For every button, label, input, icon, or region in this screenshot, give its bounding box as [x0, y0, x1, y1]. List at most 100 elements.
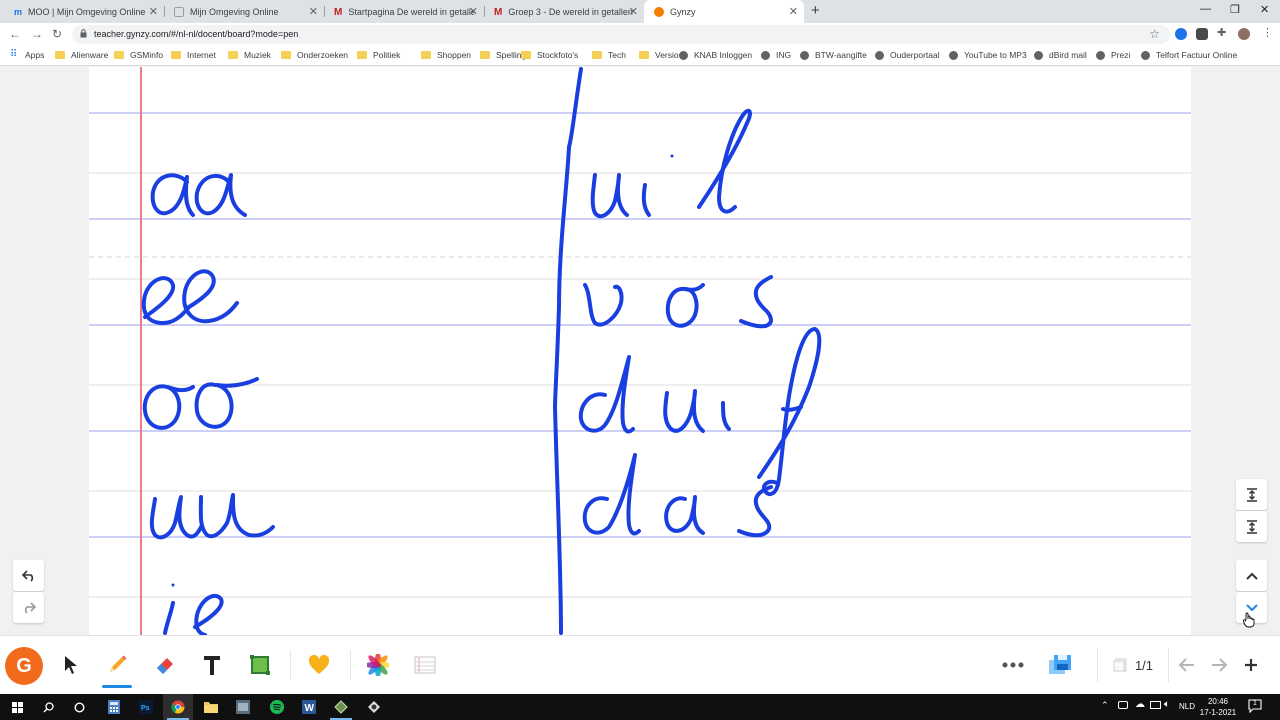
- shrink-height-button[interactable]: [1236, 511, 1267, 542]
- bookmark-item[interactable]: Telfort Factuur Online: [1141, 50, 1237, 60]
- mail-extension-icon[interactable]: [1196, 28, 1208, 40]
- close-tab-icon[interactable]: ✕: [469, 5, 478, 18]
- search-button[interactable]: [33, 694, 63, 720]
- board-drawing: [89, 67, 1191, 635]
- bookmark-folder-icon: [228, 51, 238, 59]
- tray-chevron-icon[interactable]: ⌃: [1101, 700, 1109, 711]
- bookmark-item[interactable]: ING: [761, 50, 791, 60]
- next-page-button[interactable]: [1204, 650, 1234, 680]
- sticker-tool-button[interactable]: [304, 650, 334, 680]
- text-tool-button[interactable]: [197, 650, 227, 680]
- bookmark-item[interactable]: YouTube to MP3: [949, 50, 1027, 60]
- forward-icon[interactable]: →: [31, 27, 43, 41]
- close-tab-icon[interactable]: ✕: [309, 5, 318, 18]
- bookmark-item[interactable]: Alienware: [55, 50, 108, 60]
- hand-cursor-icon: [1243, 612, 1255, 628]
- more-options-button[interactable]: [998, 650, 1028, 680]
- bookmark-item[interactable]: Muziek: [228, 50, 271, 60]
- back-icon[interactable]: ←: [9, 27, 21, 41]
- browser-tab-mijn-omgeving[interactable]: Mijn Omgeving Online ✕: [164, 0, 324, 23]
- menu-kebab-icon[interactable]: ⋮: [1262, 26, 1274, 39]
- browser-tab-gynzy[interactable]: Gynzy ✕: [644, 0, 804, 23]
- bookmark-folder-icon: [875, 50, 884, 60]
- bookmark-item[interactable]: Onderzoeken: [281, 50, 348, 60]
- bookmark-item[interactable]: Internet: [171, 50, 216, 60]
- network-icon[interactable]: [1150, 701, 1161, 709]
- lines-background-button[interactable]: [410, 650, 440, 680]
- bookmark-item[interactable]: Stockfoto's: [521, 50, 578, 60]
- avatar[interactable]: [1238, 28, 1250, 40]
- bookmark-item[interactable]: Politiek: [357, 50, 400, 60]
- scroll-up-button[interactable]: [1236, 560, 1267, 591]
- puzzle-icon[interactable]: ✚: [1217, 26, 1229, 39]
- fit-height-button[interactable]: [1236, 479, 1267, 510]
- bookmark-item[interactable]: Spelling: [480, 50, 526, 60]
- cortana-button[interactable]: [64, 694, 94, 720]
- reload-icon[interactable]: ↻: [52, 27, 62, 41]
- app-tool[interactable]: [359, 694, 389, 720]
- color-picker-button[interactable]: [363, 650, 393, 680]
- restore-icon[interactable]: ❐: [1230, 3, 1240, 16]
- gynzy-menu-button[interactable]: G: [4, 646, 44, 686]
- file-explorer-app[interactable]: [196, 694, 226, 720]
- browser-tab-startpagina[interactable]: M Startpagina De wereld in getallen ✕: [324, 0, 484, 23]
- bookmark-item[interactable]: dBird mail: [1034, 50, 1087, 60]
- word-app[interactable]: W: [294, 694, 324, 720]
- word-duif-strokes: [578, 327, 822, 497]
- bookmark-item[interactable]: Prezi: [1096, 50, 1130, 60]
- app-generic[interactable]: [228, 694, 258, 720]
- clock[interactable]: 20:46 17-1-2021: [1198, 696, 1238, 718]
- bookmark-label: Onderzoeken: [297, 50, 349, 60]
- pen-tool-button[interactable]: [102, 650, 132, 688]
- bookmark-label: ING: [776, 50, 792, 60]
- photoshop-app[interactable]: Ps: [131, 694, 161, 720]
- close-window-icon[interactable]: ✕: [1260, 3, 1269, 16]
- bookmark-label: Politiek: [373, 50, 401, 60]
- previous-page-button[interactable]: [1172, 650, 1202, 680]
- new-tab-icon[interactable]: +: [811, 2, 820, 19]
- spotify-app[interactable]: [262, 694, 292, 720]
- bookmark-item[interactable]: Ouderportaal: [875, 50, 940, 60]
- tab-title: MOO | Mijn Omgeving Online: [28, 6, 146, 17]
- bookmark-item[interactable]: KNAB Inloggen: [679, 50, 752, 60]
- writing-paper[interactable]: [89, 67, 1191, 635]
- clock-time: 20:46: [1207, 697, 1229, 706]
- bookmark-item[interactable]: ⠿ Apps: [10, 49, 44, 60]
- address-bar[interactable]: teacher.gynzy.com/#/nl-nl/docent/board?m…: [72, 25, 1170, 44]
- browser-tab-groep-3[interactable]: M Groep 3 - De wereld in getallen ✕: [484, 0, 644, 23]
- start-button[interactable]: [2, 694, 32, 720]
- select-tool-button[interactable]: [56, 650, 86, 680]
- bookmark-label: BTW-aangifte: [815, 50, 867, 60]
- onedrive-icon[interactable]: ☁: [1135, 699, 1145, 710]
- close-tab-icon[interactable]: ✕: [629, 5, 638, 18]
- chrome-app[interactable]: [163, 694, 193, 720]
- page-indicator[interactable]: 1/1: [1097, 648, 1169, 682]
- bookmark-item[interactable]: Tech: [592, 50, 626, 60]
- word-uil-strokes: [590, 108, 752, 219]
- bookmark-folder-icon: [171, 51, 181, 59]
- bookmark-star-icon[interactable]: ☆: [1149, 27, 1160, 41]
- add-page-button[interactable]: [1236, 650, 1266, 680]
- close-tab-icon[interactable]: ✕: [149, 5, 158, 18]
- bookmark-label: dBird mail: [1049, 50, 1087, 60]
- language-indicator[interactable]: NLD: [1179, 702, 1195, 711]
- bookmark-item[interactable]: BTW-aangifte: [800, 50, 867, 60]
- app-green[interactable]: [326, 694, 356, 720]
- tray-app-icon[interactable]: [1118, 701, 1128, 709]
- bookmark-item[interactable]: Shoppen: [421, 50, 471, 60]
- undo-button[interactable]: [13, 560, 44, 591]
- close-tab-icon[interactable]: ✕: [789, 5, 798, 18]
- calculator-app[interactable]: [99, 694, 129, 720]
- save-button[interactable]: [1045, 650, 1075, 680]
- bookmark-item[interactable]: Versio: [639, 50, 679, 60]
- extension-icon[interactable]: [1175, 28, 1187, 40]
- bookmark-item[interactable]: GSMinfo: [114, 50, 163, 60]
- notifications-button[interactable]: 1: [1248, 699, 1262, 714]
- minimize-icon[interactable]: —: [1200, 3, 1211, 15]
- volume-icon[interactable]: 🔈︎: [1164, 699, 1170, 710]
- redo-button[interactable]: [13, 592, 44, 623]
- svg-text:Ps: Ps: [141, 705, 150, 712]
- eraser-tool-button[interactable]: [150, 650, 180, 680]
- shape-tool-button[interactable]: [245, 650, 275, 680]
- browser-tab-moo[interactable]: m MOO | Mijn Omgeving Online ✕: [4, 0, 164, 23]
